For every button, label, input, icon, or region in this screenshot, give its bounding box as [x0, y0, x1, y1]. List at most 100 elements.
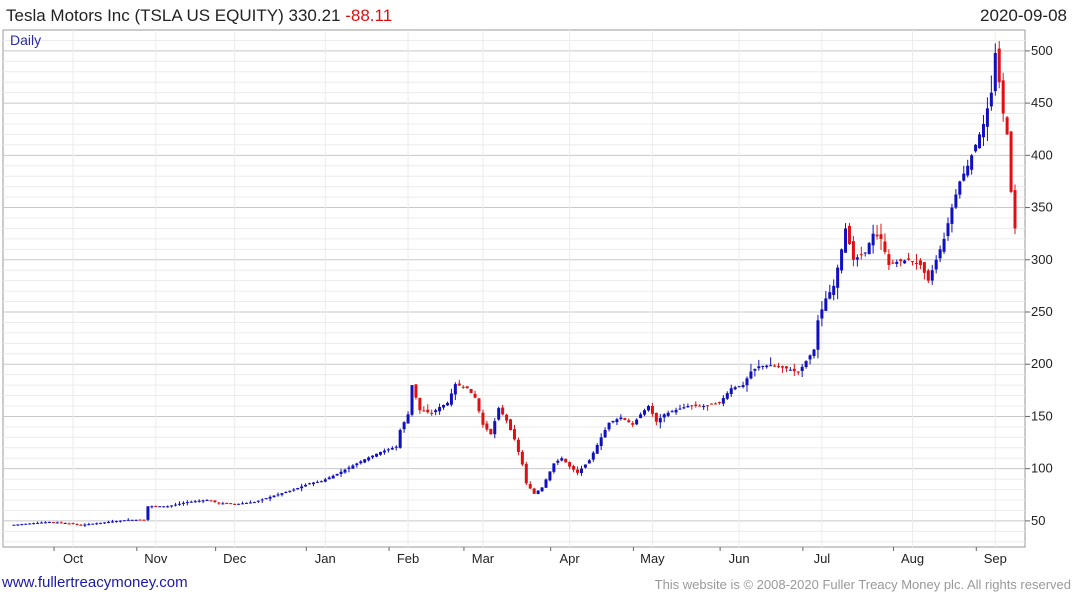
candle-body	[296, 487, 300, 490]
candle-body	[162, 506, 166, 508]
candle-body	[572, 466, 576, 470]
candle-body	[773, 365, 777, 367]
candle-body	[713, 403, 717, 405]
candle-body	[469, 388, 473, 393]
candle-body	[28, 523, 32, 525]
candle-body	[816, 320, 820, 350]
candle-body	[512, 429, 516, 440]
candle-body	[103, 522, 107, 524]
candle-body	[489, 428, 493, 435]
candle-body	[682, 407, 686, 409]
candle-body	[107, 521, 111, 523]
candle-body	[386, 449, 390, 451]
candle-body	[177, 503, 181, 505]
candle-body	[438, 407, 442, 412]
candle-body	[414, 384, 418, 398]
candle-body	[907, 258, 911, 260]
candle-body	[300, 486, 304, 489]
candle-body	[225, 502, 229, 504]
candle-body	[710, 403, 714, 405]
candle-body	[639, 414, 643, 419]
candle-body	[382, 450, 386, 453]
candle-body	[808, 355, 812, 360]
candle-body	[911, 261, 915, 263]
candle-body	[233, 503, 237, 505]
candle-body	[406, 414, 410, 424]
candle-body	[985, 108, 989, 127]
candle-body	[579, 468, 583, 474]
candle-body	[166, 506, 170, 508]
candle-body	[241, 503, 245, 505]
candle-body	[501, 407, 505, 415]
candle-body	[946, 223, 950, 237]
candle-body	[576, 469, 580, 473]
candle-body	[757, 366, 761, 369]
y-tick-label: 300	[1031, 252, 1053, 267]
candle-body	[698, 405, 702, 407]
y-axis: 50 100 150 200 250 300 350 400 450 500	[1025, 43, 1053, 528]
candle-body	[347, 467, 351, 469]
candle-body	[654, 412, 658, 422]
candle-body	[201, 500, 205, 502]
x-tick-label: Feb	[397, 551, 419, 566]
x-tick-label: Oct	[63, 551, 84, 566]
candle-body	[331, 475, 335, 479]
candle-body	[993, 52, 997, 92]
candle-body	[465, 386, 469, 389]
candle-body	[733, 387, 737, 390]
copyright-text: This website is © 2008-2020 Fuller Treac…	[654, 577, 1071, 592]
candle-body	[209, 500, 213, 502]
candle-body	[221, 503, 225, 505]
candle-body	[146, 506, 150, 520]
price-chart: 50 100 150 200 250 300 350 400 450 500 Oct Nov Dec J…	[2, 29, 1053, 566]
site-link[interactable]: www.fullertreacymoney.com	[2, 574, 188, 591]
candle-body	[497, 408, 501, 420]
candle-body	[611, 420, 615, 423]
candle-body	[434, 410, 438, 413]
candle-body	[887, 254, 891, 265]
candle-body	[615, 419, 619, 423]
candle-body	[958, 181, 962, 195]
candle-body	[189, 501, 193, 503]
candle-body	[840, 249, 844, 271]
candle-body	[926, 270, 930, 281]
candle-body	[40, 522, 44, 524]
candle-body	[844, 228, 848, 253]
candle-body	[702, 406, 706, 407]
candle-body	[564, 458, 568, 463]
candle-body	[1005, 117, 1009, 135]
candle-body	[560, 458, 564, 461]
candle-body	[619, 417, 623, 420]
candle-body	[891, 262, 895, 264]
candle-body	[402, 422, 406, 430]
candle-body	[847, 225, 851, 245]
x-tick-label: Apr	[560, 551, 581, 566]
candle-body	[445, 402, 449, 406]
candle-body	[520, 451, 524, 465]
candle-body	[914, 262, 918, 264]
x-axis: Oct Nov Dec Jan Feb Mar Apr May Jun Jul Aug Sep	[53, 547, 1007, 566]
candle-body	[997, 48, 1001, 83]
candle-body	[422, 410, 426, 412]
candle-body	[449, 393, 453, 405]
x-tick-label: Mar	[472, 551, 495, 566]
y-tick-label: 450	[1031, 95, 1053, 110]
candle-body	[650, 405, 654, 414]
candle-body	[264, 498, 268, 500]
candle-body	[509, 419, 513, 431]
candle-body	[950, 207, 954, 224]
candle-body	[410, 385, 414, 415]
candle-body	[859, 254, 863, 256]
candle-body	[134, 519, 138, 521]
candle-body	[335, 473, 339, 476]
candle-body	[966, 165, 970, 176]
candle-body	[627, 420, 631, 423]
x-tick-label: Aug	[901, 551, 924, 566]
candle-body	[903, 260, 907, 264]
y-tick-label: 50	[1031, 513, 1045, 528]
candle-body	[753, 368, 757, 371]
candle-body	[820, 309, 824, 319]
candle-body	[378, 451, 382, 455]
candle-body	[607, 422, 611, 430]
candle-body	[319, 481, 323, 483]
